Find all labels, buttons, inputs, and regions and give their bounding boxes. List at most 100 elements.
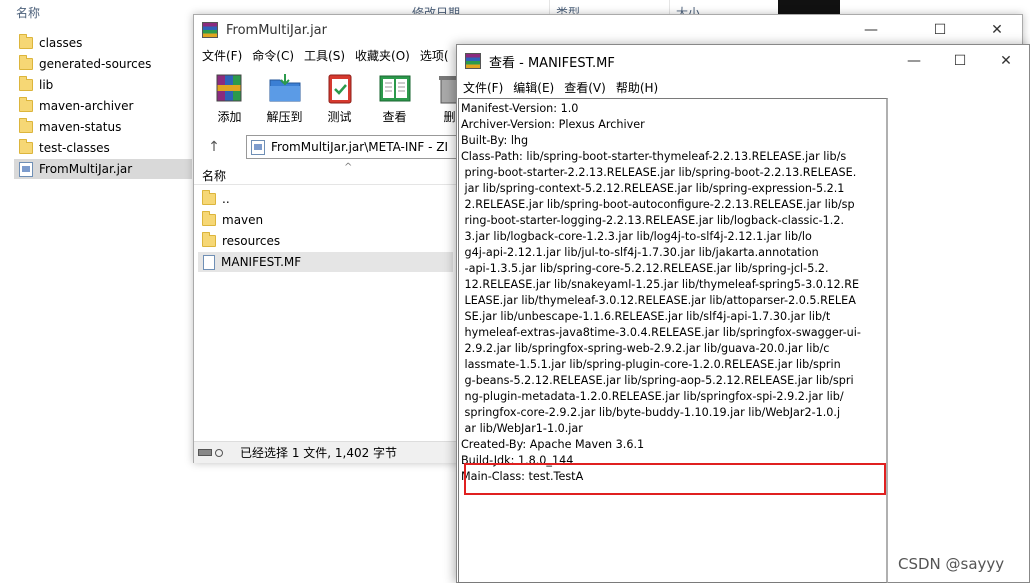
folder-icon <box>202 211 216 226</box>
winrar-menubar: 文件(F) 命令(C) 工具(S) 收藏夹(O) 选项( <box>194 45 451 65</box>
explorer-item-lib[interactable]: lib <box>14 75 192 95</box>
menu-file[interactable]: 文件(F) <box>463 79 503 96</box>
watermark: CSDN @sayyy <box>898 555 1005 573</box>
menu-help[interactable]: 帮助(H) <box>616 79 658 96</box>
manifest-line: 3.jar lib/logback-core-1.2.3.jar lib/log… <box>461 230 812 243</box>
sort-ascending-icon: ^ <box>344 162 353 173</box>
maximize-button[interactable]: ☐ <box>937 45 983 77</box>
list-item-resources[interactable]: resources <box>198 231 453 251</box>
list-item-label: maven <box>222 213 264 227</box>
menu-options[interactable]: 选项( <box>420 47 449 64</box>
manifest-line: g-beans-5.2.12.RELEASE.jar lib/spring-ao… <box>461 374 854 387</box>
test-label: 测试 <box>327 110 352 124</box>
folder-icon <box>19 118 33 133</box>
list-item-parent[interactable]: .. <box>198 189 453 209</box>
manifest-line: lassmate-1.5.1.jar lib/spring-plugin-cor… <box>461 358 841 371</box>
winrar-app-icon <box>465 53 481 69</box>
manifest-line: 2.RELEASE.jar lib/spring-boot-autoconfig… <box>461 198 855 211</box>
folder-icon <box>202 232 216 247</box>
jar-file-icon <box>19 161 33 177</box>
test-button[interactable]: 测试 <box>312 71 367 127</box>
address-path: FromMultiJar.jar\META-INF - ZI <box>271 140 449 154</box>
explorer-item-label: FromMultiJar.jar <box>39 162 133 176</box>
manifest-line: Archiver-Version: Plexus Archiver <box>461 118 645 131</box>
close-button[interactable]: ✕ <box>983 45 1029 77</box>
list-item-label: MANIFEST.MF <box>221 255 302 269</box>
winrar-app-icon <box>202 22 218 38</box>
manifest-line: ar lib/WebJar1-1.0.jar <box>461 422 583 435</box>
file-icon <box>203 254 215 270</box>
explorer-item-frommultijar[interactable]: FromMultiJar.jar <box>14 159 192 179</box>
manifest-line: g4j-api-2.12.1.jar lib/jul-to-slf4j-1.7.… <box>461 246 819 259</box>
list-item-label: .. <box>222 192 230 206</box>
folder-icon <box>19 76 33 91</box>
explorer-item-label: lib <box>39 78 54 92</box>
extract-folder-icon <box>267 71 303 105</box>
explorer-item-maven-status[interactable]: maven-status <box>14 117 192 137</box>
folder-icon <box>19 139 33 154</box>
viewer-title: 查看 - MANIFEST.MF <box>489 55 615 71</box>
manifest-text-area[interactable]: Manifest-Version: 1.0 Archiver-Version: P… <box>458 98 888 583</box>
list-item-label: resources <box>222 234 281 248</box>
explorer-item-generated-sources[interactable]: generated-sources <box>14 54 192 74</box>
manifest-line: 2.9.2.jar lib/springfox-spring-web-2.9.2… <box>461 342 830 355</box>
up-arrow-icon[interactable]: ↑ <box>202 139 226 155</box>
delete-label: 删 <box>443 110 456 124</box>
close-button[interactable]: ✕ <box>974 15 1020 45</box>
winrar-titlebar[interactable]: FromMultiJar.jar — ☐ ✕ <box>194 15 1022 45</box>
menu-favorites[interactable]: 收藏夹(O) <box>355 47 410 64</box>
viewer-menubar: 文件(F) 编辑(E) 查看(V) 帮助(H) <box>457 77 662 97</box>
manifest-line: jar lib/spring-context-5.2.12.RELEASE.ja… <box>461 182 845 195</box>
view-book-icon <box>377 71 413 105</box>
test-clipboard-icon <box>322 71 358 105</box>
explorer-item-classes[interactable]: classes <box>14 33 192 53</box>
manifest-line: -api-1.3.5.jar lib/spring-core-5.2.12.RE… <box>461 262 829 275</box>
explorer-item-label: classes <box>39 36 83 50</box>
manifest-line: pring-boot-starter-2.2.13.RELEASE.jar li… <box>461 166 857 179</box>
explorer-item-label: generated-sources <box>39 57 152 71</box>
extract-to-button[interactable]: 解压到 <box>257 71 312 127</box>
menu-view[interactable]: 查看(V) <box>564 79 606 96</box>
add-archive-icon <box>212 71 248 105</box>
drive-status-icon <box>198 447 232 459</box>
manifest-line: hymeleaf-extras-java8time-3.0.4.RELEASE.… <box>461 326 861 339</box>
menu-file[interactable]: 文件(F) <box>202 47 242 64</box>
list-item-maven[interactable]: maven <box>198 210 453 230</box>
minimize-button[interactable]: — <box>848 15 894 45</box>
explorer-item-label: test-classes <box>39 141 110 155</box>
manifest-line: Class-Path: lib/spring-boot-starter-thym… <box>461 150 847 163</box>
dark-window-fragment <box>778 0 840 14</box>
viewer-titlebar[interactable]: 查看 - MANIFEST.MF — ☐ ✕ <box>457 45 1029 77</box>
maximize-button[interactable]: ☐ <box>917 15 963 45</box>
folder-icon <box>19 97 33 112</box>
manifest-line: LEASE.jar lib/thymeleaf-3.0.12.RELEASE.j… <box>461 294 856 307</box>
column-header-name[interactable]: 名称 <box>202 167 226 184</box>
jar-file-icon <box>251 139 265 155</box>
folder-icon <box>19 34 33 49</box>
explorer-item-maven-archiver[interactable]: maven-archiver <box>14 96 192 116</box>
explorer-item-label: maven-archiver <box>39 99 134 113</box>
view-button[interactable]: 查看 <box>367 71 422 127</box>
explorer-item-test-classes[interactable]: test-classes <box>14 138 192 158</box>
manifest-line: Built-By: lhg <box>461 134 529 147</box>
manifest-line: springfox-core-2.9.2.jar lib/byte-buddy-… <box>461 406 841 419</box>
winrar-toolbar: 添加 解压到 测试 查看 删 <box>202 71 477 127</box>
manifest-line: ring-boot-starter-logging-2.2.13.RELEASE… <box>461 214 845 227</box>
manifest-line: SE.jar lib/unbescape-1.1.6.RELEASE.jar l… <box>461 310 831 323</box>
add-button[interactable]: 添加 <box>202 71 257 127</box>
menu-tools[interactable]: 工具(S) <box>304 47 345 64</box>
column-header-name[interactable]: 名称 <box>16 4 40 21</box>
manifest-line: Manifest-Version: 1.0 <box>461 102 579 115</box>
minimize-button[interactable]: — <box>891 45 937 77</box>
manifest-line: 12.RELEASE.jar lib/snakeyaml-1.25.jar li… <box>461 278 860 291</box>
extract-to-label: 解压到 <box>266 110 303 124</box>
view-label: 查看 <box>382 110 407 124</box>
add-label: 添加 <box>217 110 242 124</box>
folder-icon <box>19 55 33 70</box>
manifest-line: Created-By: Apache Maven 3.6.1 <box>461 438 645 451</box>
menu-commands[interactable]: 命令(C) <box>252 47 294 64</box>
manifest-line: ng-plugin-metadata-1.2.0.RELEASE.jar lib… <box>461 390 844 403</box>
list-item-manifest[interactable]: MANIFEST.MF <box>198 252 453 272</box>
red-highlight-box <box>464 463 886 495</box>
menu-edit[interactable]: 编辑(E) <box>513 79 554 96</box>
